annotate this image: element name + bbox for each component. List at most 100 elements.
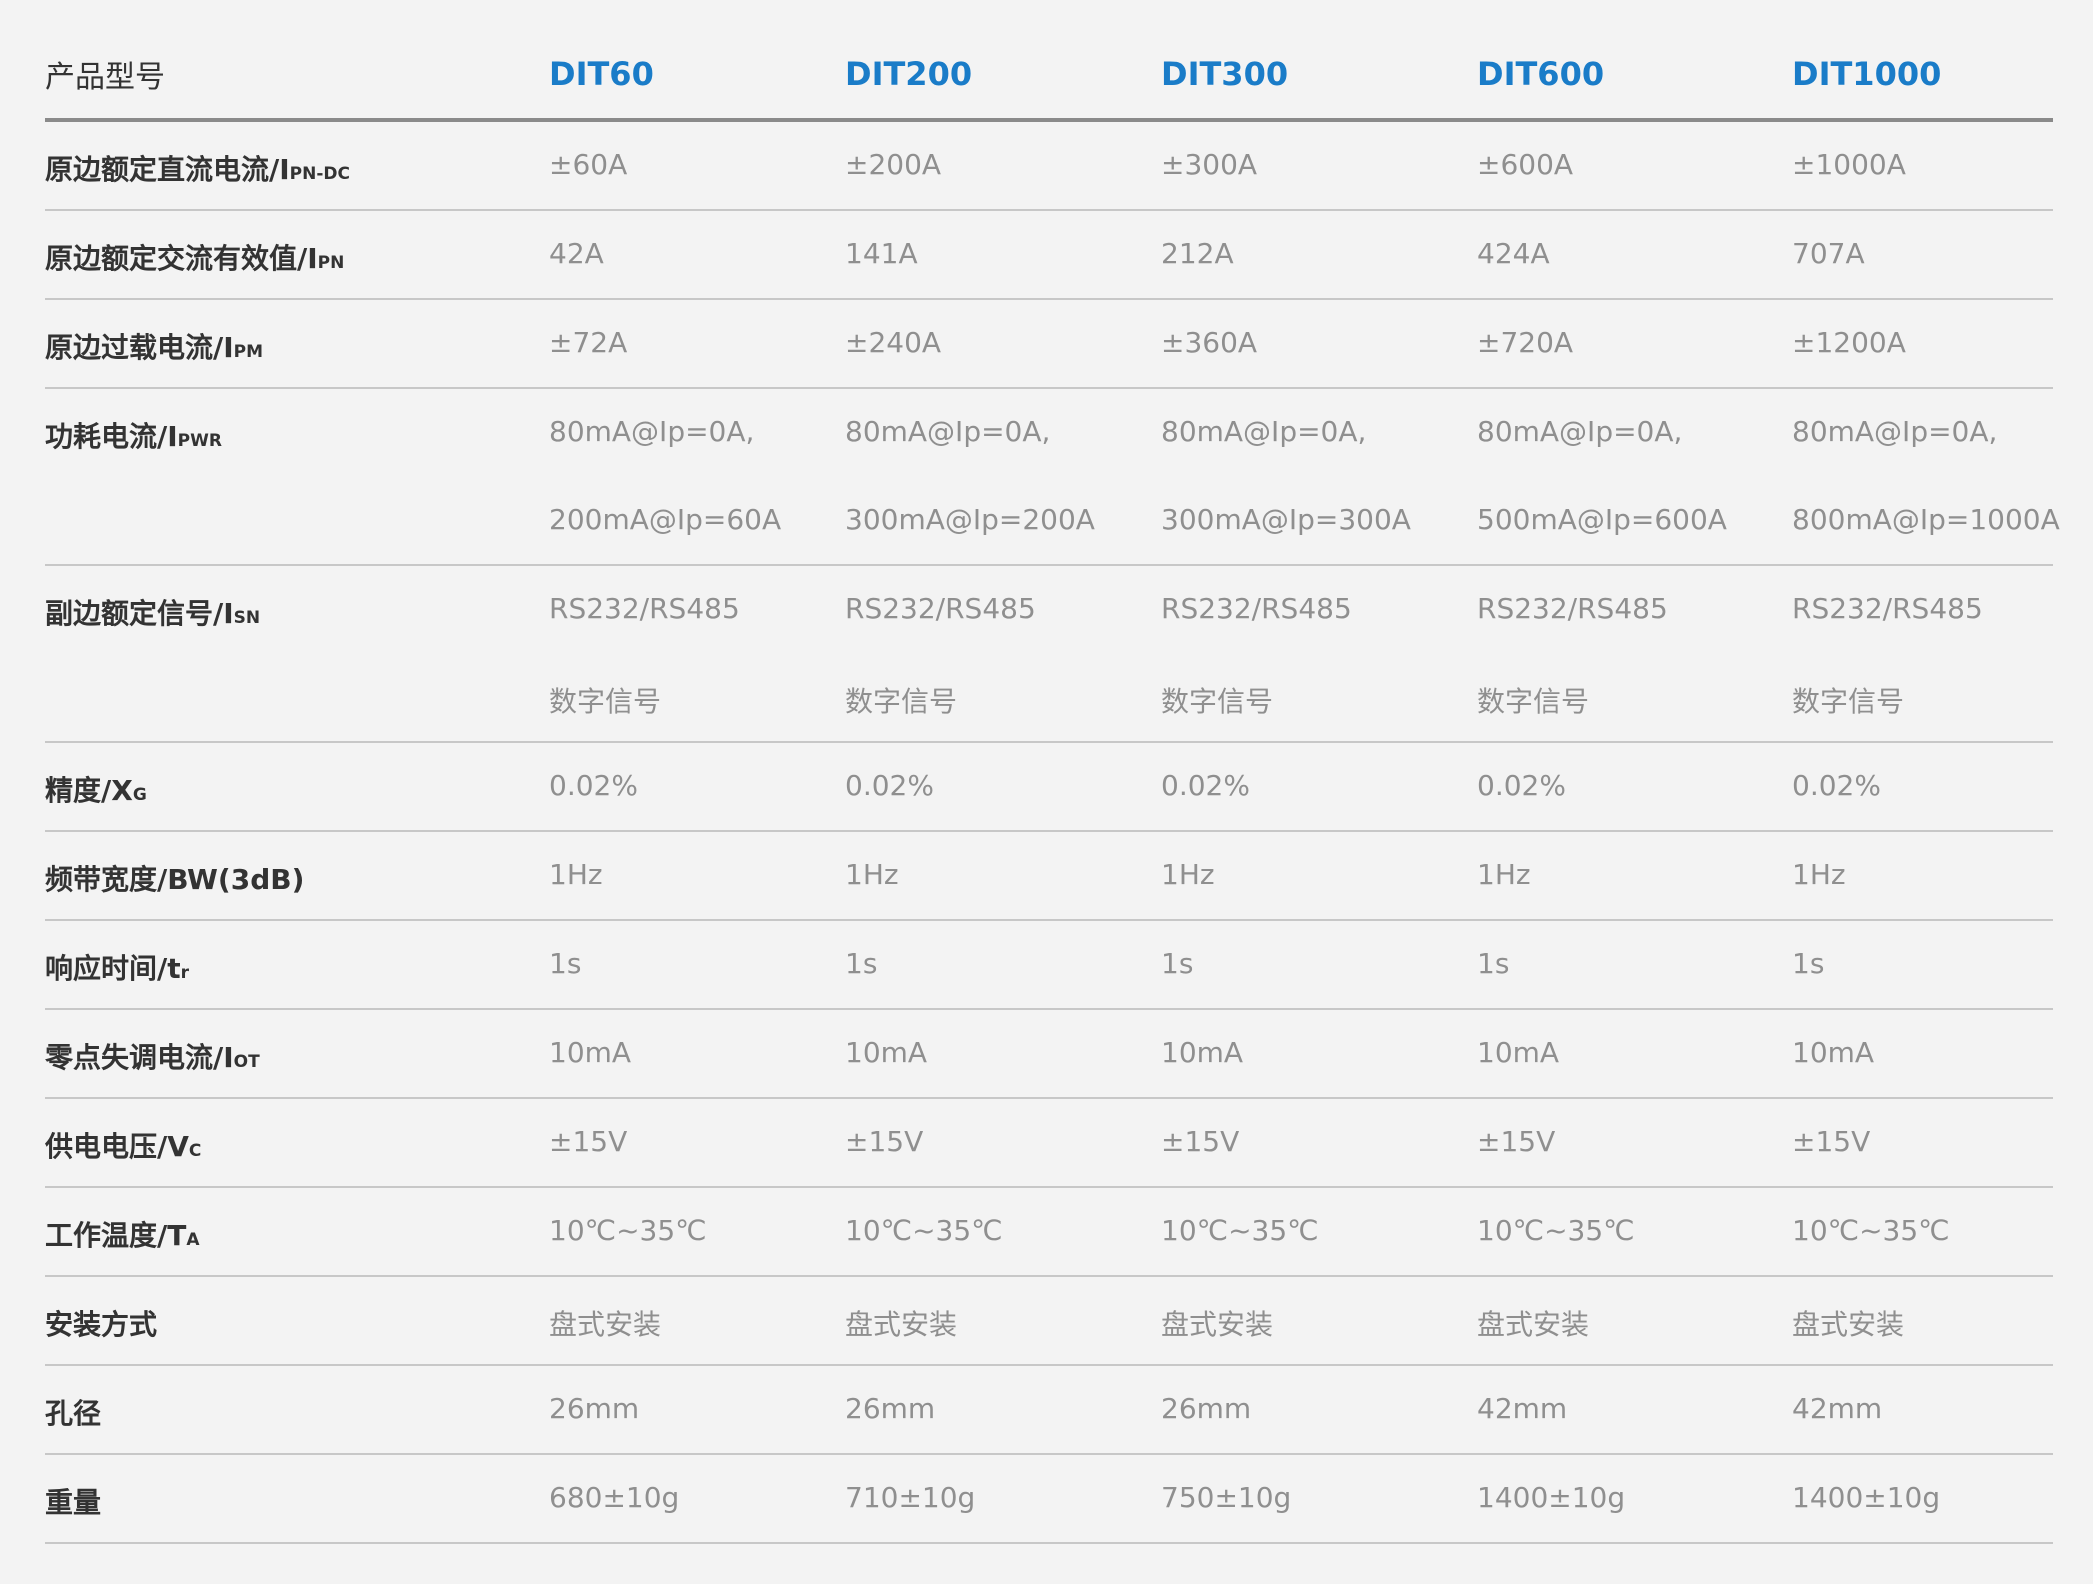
table-cell: ±15V (1792, 1099, 2053, 1158)
table-cell: ±15V (1161, 1099, 1477, 1158)
cell-value: 26mm (1161, 1392, 1252, 1425)
row-label: 原边过载电流/IPM (45, 300, 549, 366)
cell-value: 1s (549, 947, 582, 980)
table-cell: 42mm (1792, 1366, 2053, 1425)
cell-value-second-line: 数字信号 (1477, 685, 1590, 718)
table-row: 副边额定信号/ISN RS232/RS485 数字信号 RS232/RS485 数字信号… (45, 566, 2053, 743)
cell-value: ±300A (1161, 148, 1258, 181)
table-cell: 141A (845, 211, 1161, 270)
row-label: 安装方式 (45, 1277, 549, 1343)
model-dit300: DIT300 (1161, 55, 1289, 93)
cell-value: 盘式安装 (549, 1308, 662, 1341)
table-row: 响应时间/tr 1s 1s 1s 1s 1s (45, 921, 2053, 1010)
row-label-text: 工作温度/T (45, 1219, 187, 1252)
cell-value: ±15V (549, 1125, 628, 1158)
cell-value: 80mA@Ip=0A, (1792, 415, 1998, 448)
row-label-subscript: PWR (177, 431, 222, 451)
row-label-subscript: r (180, 963, 190, 983)
cell-value: 42mm (1477, 1392, 1568, 1425)
row-label-text: 孔径 (45, 1397, 102, 1430)
table-cell: 26mm (845, 1366, 1161, 1425)
header-label: 产品型号 (45, 60, 165, 95)
table-cell: ±1000A (1792, 122, 2053, 181)
cell-value: 1s (845, 947, 878, 980)
cell-value: 10℃~35℃ (1792, 1214, 1950, 1247)
row-label-text: 零点失调电流/I (45, 1041, 234, 1074)
cell-value: 80mA@Ip=0A, (1477, 415, 1683, 448)
table-row: 原边额定直流电流/IPN-DC ±60A ±200A ±300A ±600A ±1000A (45, 122, 2053, 211)
table-cell: 10mA (845, 1010, 1161, 1069)
table-cell: 盘式安装 (549, 1277, 845, 1343)
table-cell: 0.02% (845, 743, 1161, 802)
cell-value: ±720A (1477, 326, 1574, 359)
model-dit600: DIT600 (1477, 55, 1605, 93)
cell-value: 707A (1792, 237, 1865, 270)
cell-value: ±15V (1477, 1125, 1556, 1158)
row-label: 零点失调电流/IOT (45, 1010, 549, 1076)
table-row: 零点失调电流/IOT 10mA 10mA 10mA 10mA 10mA (45, 1010, 2053, 1099)
table-cell: 1Hz (1477, 832, 1792, 891)
table-cell: 42A (549, 211, 845, 270)
cell-value: 1Hz (845, 858, 899, 891)
cell-value-second-line: 200mA@Ip=60A (549, 503, 782, 536)
cell-value: 1s (1161, 947, 1194, 980)
table-cell: 80mA@Ip=0A, 200mA@Ip=60A (549, 389, 845, 536)
table-cell: 1400±10g (1792, 1455, 2053, 1514)
cell-value: 710±10g (845, 1481, 976, 1514)
cell-value: 10℃~35℃ (1477, 1214, 1635, 1247)
cell-value: 80mA@Ip=0A, (845, 415, 1051, 448)
cell-value: RS232/RS485 (1792, 592, 1983, 625)
row-label-text: 安装方式 (45, 1308, 158, 1341)
cell-value-second-line: 数字信号 (1161, 685, 1274, 718)
row-label: 副边额定信号/ISN (45, 566, 549, 632)
table-cell: RS232/RS485 数字信号 (1477, 566, 1792, 720)
row-label-text: 原边额定交流有效值/I (45, 242, 318, 275)
model-dit200: DIT200 (845, 55, 973, 93)
cell-value-second-line: 300mA@Ip=300A (1161, 503, 1411, 536)
table-cell: 10℃~35℃ (845, 1188, 1161, 1247)
cell-value: 10mA (1477, 1036, 1560, 1069)
cell-value-second-line: 300mA@Ip=200A (845, 503, 1095, 536)
table-cell: 10℃~35℃ (1477, 1188, 1792, 1247)
cell-value: 80mA@Ip=0A, (549, 415, 755, 448)
table-cell: 710±10g (845, 1455, 1161, 1514)
cell-value: 1Hz (1477, 858, 1531, 891)
cell-value-second-line: 800mA@Ip=1000A (1792, 503, 2060, 536)
table-row: 重量 680±10g 710±10g 750±10g 1400±10g 1400±10g (45, 1455, 2053, 1544)
table-cell: 10mA (1792, 1010, 2053, 1069)
table-cell: 0.02% (1161, 743, 1477, 802)
cell-value: RS232/RS485 (549, 592, 740, 625)
table-cell: RS232/RS485 数字信号 (549, 566, 845, 720)
table-row: 原边额定交流有效值/IPN 42A 141A 212A 424A 707A (45, 211, 2053, 300)
table-cell: 10mA (549, 1010, 845, 1069)
table-cell: 680±10g (549, 1455, 845, 1514)
cell-value: ±240A (845, 326, 942, 359)
cell-value: 0.02% (1477, 769, 1566, 802)
table-cell: ±360A (1161, 300, 1477, 359)
model-dit1000: DIT1000 (1792, 55, 1942, 93)
cell-value: 10℃~35℃ (1161, 1214, 1319, 1247)
cell-value: 1Hz (1161, 858, 1215, 891)
table-cell: 盘式安装 (845, 1277, 1161, 1343)
table-cell: 80mA@Ip=0A, 500mA@Ip=600A (1477, 389, 1792, 536)
cell-value: 盘式安装 (1161, 1308, 1274, 1341)
cell-value: 10mA (845, 1036, 928, 1069)
row-label: 功耗电流/IPWR (45, 389, 549, 455)
row-label: 供电电压/VC (45, 1099, 549, 1165)
row-label-subscript: PN (317, 253, 345, 273)
cell-value-second-line: 数字信号 (845, 685, 958, 718)
cell-value: 1Hz (1792, 858, 1846, 891)
cell-value-second-line: 500mA@Ip=600A (1477, 503, 1727, 536)
table-row: 原边过载电流/IPM ±72A ±240A ±360A ±720A ±1200A (45, 300, 2053, 389)
table-cell: 212A (1161, 211, 1477, 270)
row-label: 响应时间/tr (45, 921, 549, 987)
table-cell: ±240A (845, 300, 1161, 359)
table-cell: 0.02% (1477, 743, 1792, 802)
cell-value: 10mA (549, 1036, 632, 1069)
table-cell: 10℃~35℃ (1161, 1188, 1477, 1247)
cell-value: 1400±10g (1477, 1481, 1626, 1514)
table-cell: ±300A (1161, 122, 1477, 181)
cell-value: RS232/RS485 (845, 592, 1036, 625)
table-body: 原边额定直流电流/IPN-DC ±60A ±200A ±300A ±600A ±1000A… (45, 122, 2060, 1544)
cell-value: 1s (1477, 947, 1510, 980)
